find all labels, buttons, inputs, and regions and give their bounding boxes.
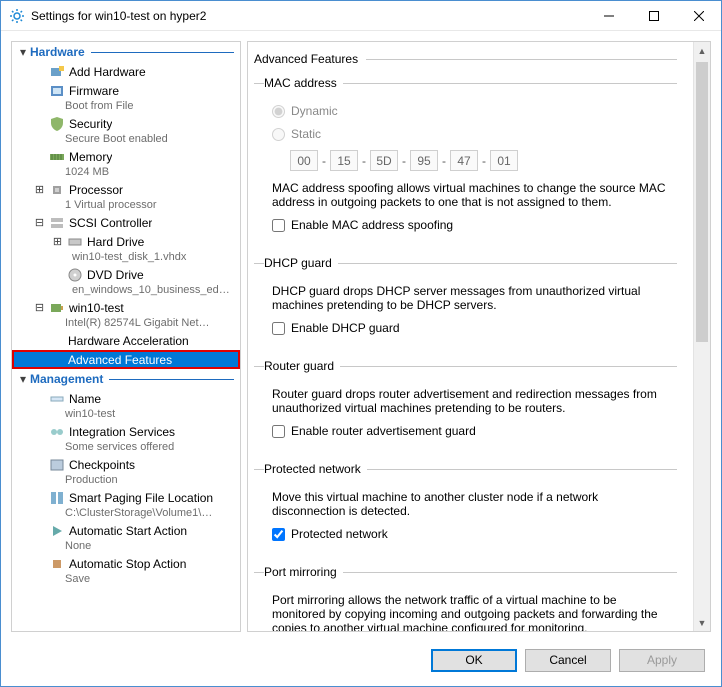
vertical-scrollbar[interactable]: ▲ ▼ — [693, 42, 710, 631]
section-mac-address: MAC address Dynamic Static - - - - - MAC… — [254, 76, 677, 238]
tree-dvd-drive[interactable]: DVD Drive en_windows_10_business_edit... — [12, 265, 240, 298]
integration-icon — [49, 424, 65, 440]
mirror-text: Port mirroring allows the network traffi… — [272, 593, 673, 631]
tree-nic[interactable]: ⊟win10-test Intel(R) 82574L Gigabit Netw… — [12, 298, 240, 331]
scsi-icon — [49, 215, 65, 231]
tree-advanced-features[interactable]: Advanced Features — [12, 350, 240, 369]
nic-icon — [49, 300, 65, 316]
memory-icon — [49, 149, 65, 165]
apply-button[interactable]: Apply — [619, 649, 705, 672]
mac-octet-1[interactable] — [330, 150, 358, 171]
tree-hardware-acceleration[interactable]: Hardware Acceleration — [12, 331, 240, 350]
mac-octet-5[interactable] — [490, 150, 518, 171]
group-management[interactable]: ▾ Management — [12, 369, 240, 389]
add-hardware-icon — [49, 64, 65, 80]
firmware-icon — [49, 83, 65, 99]
autostart-icon — [49, 523, 65, 539]
section-dhcp-guard: DHCP guard DHCP guard drops DHCP server … — [254, 256, 677, 341]
autostop-icon — [49, 556, 65, 572]
router-text: Router guard drops router advertisement … — [272, 387, 673, 415]
tree-memory[interactable]: Memory 1024 MB — [12, 147, 240, 180]
minimize-button[interactable] — [586, 1, 631, 30]
close-button[interactable] — [676, 1, 721, 30]
name-icon — [49, 391, 65, 407]
dialog-buttons: OK Cancel Apply — [1, 642, 721, 686]
section-router-guard: Router guard Router guard drops router a… — [254, 359, 677, 444]
hard-drive-icon — [67, 234, 83, 250]
collapse-icon[interactable]: ⊟ — [34, 300, 45, 316]
cancel-button[interactable]: Cancel — [525, 649, 611, 672]
radio-mac-static[interactable]: Static — [272, 124, 673, 144]
collapse-icon[interactable]: ⊟ — [34, 215, 45, 231]
tree-name[interactable]: Name win10-test — [12, 389, 240, 422]
mac-address-fields: - - - - - — [290, 150, 673, 171]
tree-auto-stop[interactable]: Automatic Stop Action Save — [12, 554, 240, 587]
window-title: Settings for win10-test on hyper2 — [31, 9, 586, 23]
expand-icon[interactable]: ⊞ — [34, 182, 45, 198]
ok-button[interactable]: OK — [431, 649, 517, 672]
collapse-icon: ▾ — [16, 45, 30, 59]
detail-title: Advanced Features — [254, 52, 366, 66]
tree-auto-start[interactable]: Automatic Start Action None — [12, 521, 240, 554]
tree-firmware[interactable]: Firmware Boot from File — [12, 81, 240, 114]
check-router-guard[interactable]: Enable router advertisement guard — [272, 421, 673, 441]
titlebar: Settings for win10-test on hyper2 — [1, 1, 721, 31]
tree-security[interactable]: Security Secure Boot enabled — [12, 114, 240, 147]
check-dhcp-guard[interactable]: Enable DHCP guard — [272, 318, 673, 338]
scroll-up-icon[interactable]: ▲ — [694, 42, 710, 59]
tree-hard-drive[interactable]: ⊞Hard Drive win10-test_disk_1.vhdx — [12, 232, 240, 265]
paging-icon — [49, 490, 65, 506]
mac-octet-4[interactable] — [450, 150, 478, 171]
maximize-button[interactable] — [631, 1, 676, 30]
mac-octet-2[interactable] — [370, 150, 398, 171]
scroll-thumb[interactable] — [696, 62, 708, 342]
mac-spoof-text: MAC address spoofing allows virtual mach… — [272, 181, 673, 209]
settings-tree[interactable]: ▾ Hardware Add Hardware Firmware Boot fr… — [11, 41, 241, 632]
collapse-icon: ▾ — [16, 372, 30, 386]
protected-text: Move this virtual machine to another clu… — [272, 490, 673, 518]
mac-octet-0[interactable] — [290, 150, 318, 171]
tree-checkpoints[interactable]: Checkpoints Production — [12, 455, 240, 488]
tree-smart-paging[interactable]: Smart Paging File Location C:\ClusterSto… — [12, 488, 240, 521]
tree-add-hardware[interactable]: Add Hardware — [12, 62, 240, 81]
app-gear-icon — [9, 8, 25, 24]
radio-mac-dynamic[interactable]: Dynamic — [272, 101, 673, 121]
dhcp-text: DHCP guard drops DHCP server messages fr… — [272, 284, 673, 312]
tree-processor[interactable]: ⊞Processor 1 Virtual processor — [12, 180, 240, 213]
dvd-icon — [67, 267, 83, 283]
shield-icon — [49, 116, 65, 132]
mac-octet-3[interactable] — [410, 150, 438, 171]
section-port-mirroring: Port mirroring Port mirroring allows the… — [254, 565, 677, 631]
check-mac-spoofing[interactable]: Enable MAC address spoofing — [272, 215, 673, 235]
section-protected-network: Protected network Move this virtual mach… — [254, 462, 677, 547]
check-protected-network[interactable]: Protected network — [272, 524, 673, 544]
checkpoints-icon — [49, 457, 65, 473]
expand-icon[interactable]: ⊞ — [52, 234, 63, 250]
cpu-icon — [49, 182, 65, 198]
tree-integration-services[interactable]: Integration Services Some services offer… — [12, 422, 240, 455]
tree-scsi-controller[interactable]: ⊟SCSI Controller — [12, 213, 240, 232]
scroll-down-icon[interactable]: ▼ — [694, 614, 710, 631]
detail-pane: Advanced Features MAC address Dynamic St… — [247, 41, 711, 632]
group-hardware[interactable]: ▾ Hardware — [12, 42, 240, 62]
